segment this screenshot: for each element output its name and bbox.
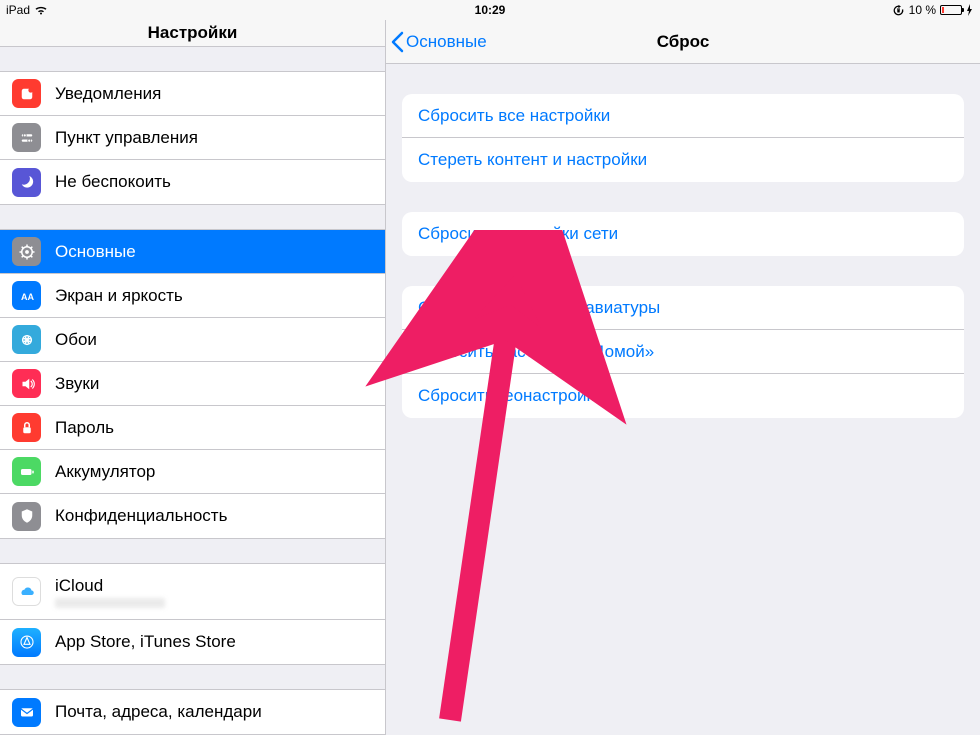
privacy-icon [12, 502, 41, 531]
sidebar-item-do-not-disturb[interactable]: Не беспокоить [0, 160, 385, 204]
sidebar-group-1: Уведомления Пункт управления Не беспокои… [0, 71, 385, 205]
sidebar-item-control-center[interactable]: Пункт управления [0, 116, 385, 160]
reset-all-settings[interactable]: Сбросить все настройки [402, 94, 964, 138]
sidebar-item-icloud[interactable]: iCloud [0, 564, 385, 620]
sidebar-item-sounds[interactable]: Звуки [0, 362, 385, 406]
sidebar-item-battery[interactable]: Аккумулятор [0, 450, 385, 494]
sidebar-item-label: Экран и яркость [55, 286, 183, 306]
sidebar-item-label: Уведомления [55, 84, 161, 104]
row-label: Сбросить настройки «Домой» [418, 342, 654, 362]
detail-title: Сброс [657, 32, 710, 52]
reset-group-3: Сбросить словарь клавиатуры Сбросить нас… [402, 286, 964, 418]
gear-icon [12, 237, 41, 266]
reset-network-settings[interactable]: Сбросить настройки сети [402, 212, 964, 256]
display-icon: AA [12, 281, 41, 310]
sidebar-item-notifications[interactable]: Уведомления [0, 72, 385, 116]
row-label: Стереть контент и настройки [418, 150, 647, 170]
reset-group-1: Сбросить все настройки Стереть контент и… [402, 94, 964, 182]
sidebar-title: Настройки [148, 23, 238, 43]
reset-location-privacy[interactable]: Сбросить геонастройки [402, 374, 964, 418]
status-battery-pct: 10 % [909, 3, 936, 17]
sidebar-item-passcode[interactable]: Пароль [0, 406, 385, 450]
control-center-icon [12, 123, 41, 152]
sidebar-item-mail[interactable]: Почта, адреса, календари [0, 690, 385, 734]
row-label: Сбросить все настройки [418, 106, 610, 126]
erase-all-content[interactable]: Стереть контент и настройки [402, 138, 964, 182]
icloud-account-redacted [55, 598, 165, 608]
sidebar-group-3: iCloud App Store, iTunes Store [0, 563, 385, 665]
reset-group-2: Сбросить настройки сети [402, 212, 964, 256]
status-bar: iPad 10:29 10 % [0, 0, 980, 20]
settings-sidebar: Настройки Уведомления Пункт управления [0, 20, 386, 735]
mail-icon [12, 698, 41, 727]
sidebar-item-display[interactable]: AA Экран и яркость [0, 274, 385, 318]
detail-header: Основные Сброс [386, 20, 980, 64]
sidebar-item-label: Не беспокоить [55, 172, 171, 192]
orientation-lock-icon [892, 4, 905, 17]
back-button[interactable]: Основные [386, 31, 487, 53]
reset-home-layout[interactable]: Сбросить настройки «Домой» [402, 330, 964, 374]
sidebar-item-label: iCloud [55, 576, 165, 596]
sidebar-header: Настройки [0, 20, 385, 47]
row-label: Сбросить геонастройки [418, 386, 604, 406]
notifications-icon [12, 79, 41, 108]
charging-icon [966, 4, 974, 16]
status-carrier: iPad [6, 3, 30, 17]
icloud-icon [12, 577, 41, 606]
detail-pane: Основные Сброс Сбросить все настройки Ст… [386, 20, 980, 735]
sidebar-item-label: Пароль [55, 418, 114, 438]
status-time: 10:29 [475, 3, 506, 17]
sidebar-item-wallpaper[interactable]: Обои [0, 318, 385, 362]
svg-text:AA: AA [21, 291, 34, 301]
wallpaper-icon [12, 325, 41, 354]
sounds-icon [12, 369, 41, 398]
do-not-disturb-icon [12, 168, 41, 197]
row-label: Сбросить настройки сети [418, 224, 618, 244]
battery-settings-icon [12, 457, 41, 486]
sidebar-item-label: Обои [55, 330, 97, 350]
sidebar-item-label: Звуки [55, 374, 99, 394]
sidebar-item-label: Конфиденциальность [55, 506, 227, 526]
chevron-left-icon [390, 31, 404, 53]
sidebar-item-label: Основные [55, 242, 136, 262]
sidebar-group-4: Почта, адреса, календари [0, 689, 385, 735]
reset-keyboard-dictionary[interactable]: Сбросить словарь клавиатуры [402, 286, 964, 330]
appstore-icon [12, 628, 41, 657]
sidebar-item-label: Аккумулятор [55, 462, 155, 482]
sidebar-item-privacy[interactable]: Конфиденциальность [0, 494, 385, 538]
battery-icon [940, 5, 962, 15]
wifi-icon [34, 5, 48, 15]
sidebar-item-label: Почта, адреса, календари [55, 702, 262, 722]
sidebar-item-label: App Store, iTunes Store [55, 632, 236, 652]
back-button-label: Основные [406, 32, 487, 52]
sidebar-item-appstore[interactable]: App Store, iTunes Store [0, 620, 385, 664]
sidebar-item-general[interactable]: Основные [0, 230, 385, 274]
sidebar-group-2: Основные AA Экран и яркость Обои [0, 229, 385, 539]
row-label: Сбросить словарь клавиатуры [418, 298, 660, 318]
lock-icon [12, 413, 41, 442]
sidebar-item-label: Пункт управления [55, 128, 198, 148]
